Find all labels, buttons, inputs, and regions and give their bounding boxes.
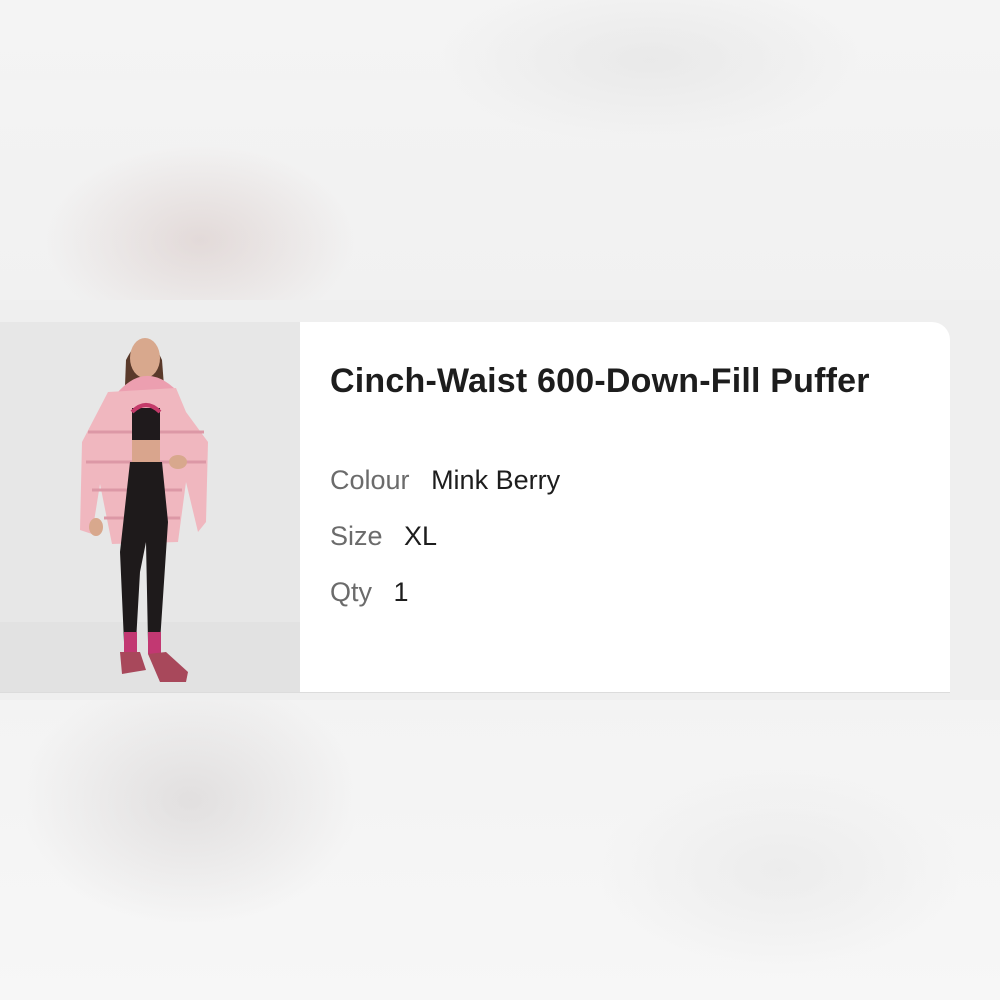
colour-value: Mink Berry xyxy=(431,465,561,495)
colour-label: Colour xyxy=(330,465,410,495)
size-value: XL xyxy=(404,521,438,551)
qty-label: Qty xyxy=(330,577,373,607)
attribute-row-size: Size XL xyxy=(330,521,870,553)
product-image[interactable] xyxy=(0,322,300,692)
product-details: Cinch-Waist 600-Down-Fill Puffer Colour … xyxy=(300,322,870,692)
size-label: Size xyxy=(330,521,383,551)
qty-value: 1 xyxy=(393,577,409,607)
blurred-background-bottom xyxy=(0,700,1000,1000)
attribute-row-qty: Qty 1 xyxy=(330,577,870,609)
product-title[interactable]: Cinch-Waist 600-Down-Fill Puffer xyxy=(330,362,870,401)
attribute-row-colour: Colour Mink Berry xyxy=(330,465,870,497)
blurred-background-top xyxy=(0,0,1000,300)
cart-item-card[interactable]: Cinch-Waist 600-Down-Fill Puffer Colour … xyxy=(0,322,950,693)
model-in-puffer-jacket-icon xyxy=(0,322,300,692)
